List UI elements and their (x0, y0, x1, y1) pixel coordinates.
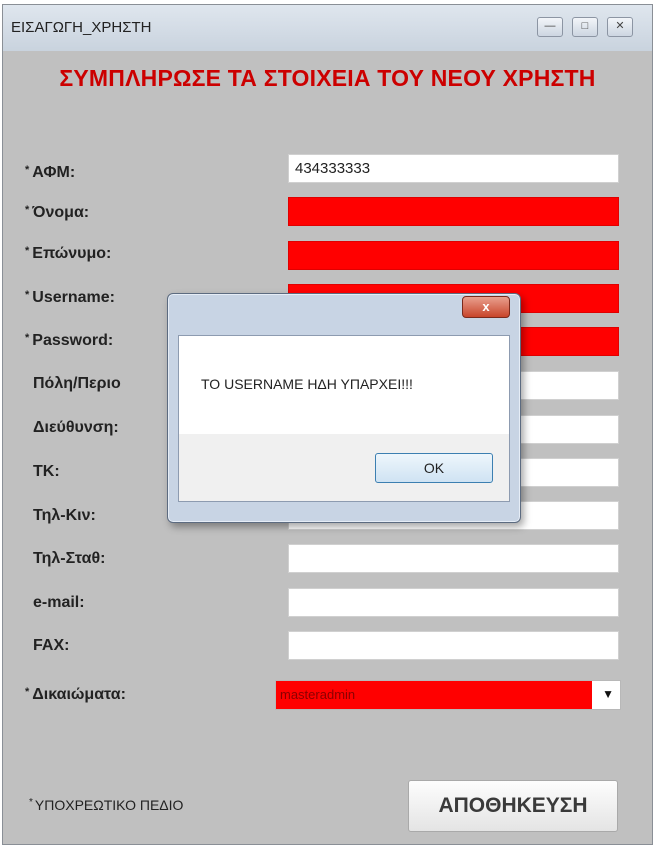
required-mark: * (29, 797, 33, 808)
chevron-down-icon[interactable]: ▼ (602, 687, 614, 701)
dialog-footer: OK (178, 434, 510, 502)
ok-button[interactable]: OK (375, 453, 493, 483)
required-mark: * (25, 164, 30, 176)
email-input[interactable] (288, 588, 619, 617)
label-poli: Πόλη/Περιο (33, 375, 121, 392)
label-afm: * ΑΦΜ: (25, 164, 76, 181)
label-username: * Username: (25, 289, 115, 306)
label-dieuthinsi: Διεύθυνση: (33, 419, 119, 436)
rights-select[interactable]: masteradmin ▼ (275, 680, 621, 710)
message-dialog: x ΤΟ USERNAME ΗΔΗ ΥΠΑΡΧΕΙ!!! OK (167, 293, 521, 523)
save-button[interactable]: ΑΠΟΘΗΚΕΥΣΗ (408, 780, 618, 832)
window-title: ΕΙΣΑΓΩΓΗ_ΧΡΗΣΤΗ (11, 19, 152, 36)
label-onoma: * Όνομα: (25, 204, 90, 221)
til-stath-input[interactable] (288, 544, 619, 573)
required-mark: * (25, 245, 30, 257)
label-tk: ΤΚ: (33, 463, 60, 480)
dialog-message: ΤΟ USERNAME ΗΔΗ ΥΠΑΡΧΕΙ!!! (201, 376, 413, 392)
form-heading: ΣΥΜΠΛΗΡΩΣΕ ΤΑ ΣΤΟΙΧΕΙΑ ΤΟΥ ΝΕΟΥ ΧΡΗΣΤΗ (59, 65, 596, 91)
minimize-icon[interactable]: — (537, 17, 563, 37)
title-bar[interactable]: ΕΙΣΑΓΩΓΗ_ΧΡΗΣΤΗ — □ ✕ (3, 5, 652, 51)
close-icon[interactable]: ✕ (607, 17, 633, 37)
maximize-icon[interactable]: □ (572, 17, 598, 37)
label-til-stath: Τηλ-Σταθ: (33, 550, 106, 567)
required-mark: * (25, 289, 30, 301)
label-til-kin: Τηλ-Κιν: (33, 507, 96, 524)
app-window: ΕΙΣΑΓΩΓΗ_ΧΡΗΣΤΗ — □ ✕ ΣΥΜΠΛΗΡΩΣΕ ΤΑ ΣΤΟΙ… (2, 4, 653, 845)
rights-selected-value: masteradmin (276, 681, 592, 709)
label-eponymo: * Επώνυμο: (25, 245, 112, 262)
required-mark: * (25, 204, 30, 216)
required-mark: * (25, 332, 30, 344)
label-dikaiomata: * Δικαιώματα: (25, 686, 126, 703)
label-email: e-mail: (33, 594, 85, 611)
fax-input[interactable] (288, 631, 619, 660)
dialog-body: ΤΟ USERNAME ΗΔΗ ΥΠΑΡΧΕΙ!!! (178, 335, 510, 435)
eponymo-input[interactable] (288, 241, 619, 270)
afm-input[interactable] (288, 154, 619, 183)
label-fax: FAX: (33, 637, 70, 654)
required-mark: * (25, 686, 30, 698)
mandatory-note: * ΥΠΟΧΡΕΩΤΙΚΟ ΠΕΔΙΟ (29, 797, 184, 813)
dialog-close-button[interactable]: x (462, 296, 510, 318)
onoma-input[interactable] (288, 197, 619, 226)
label-password: * Password: (25, 332, 114, 349)
